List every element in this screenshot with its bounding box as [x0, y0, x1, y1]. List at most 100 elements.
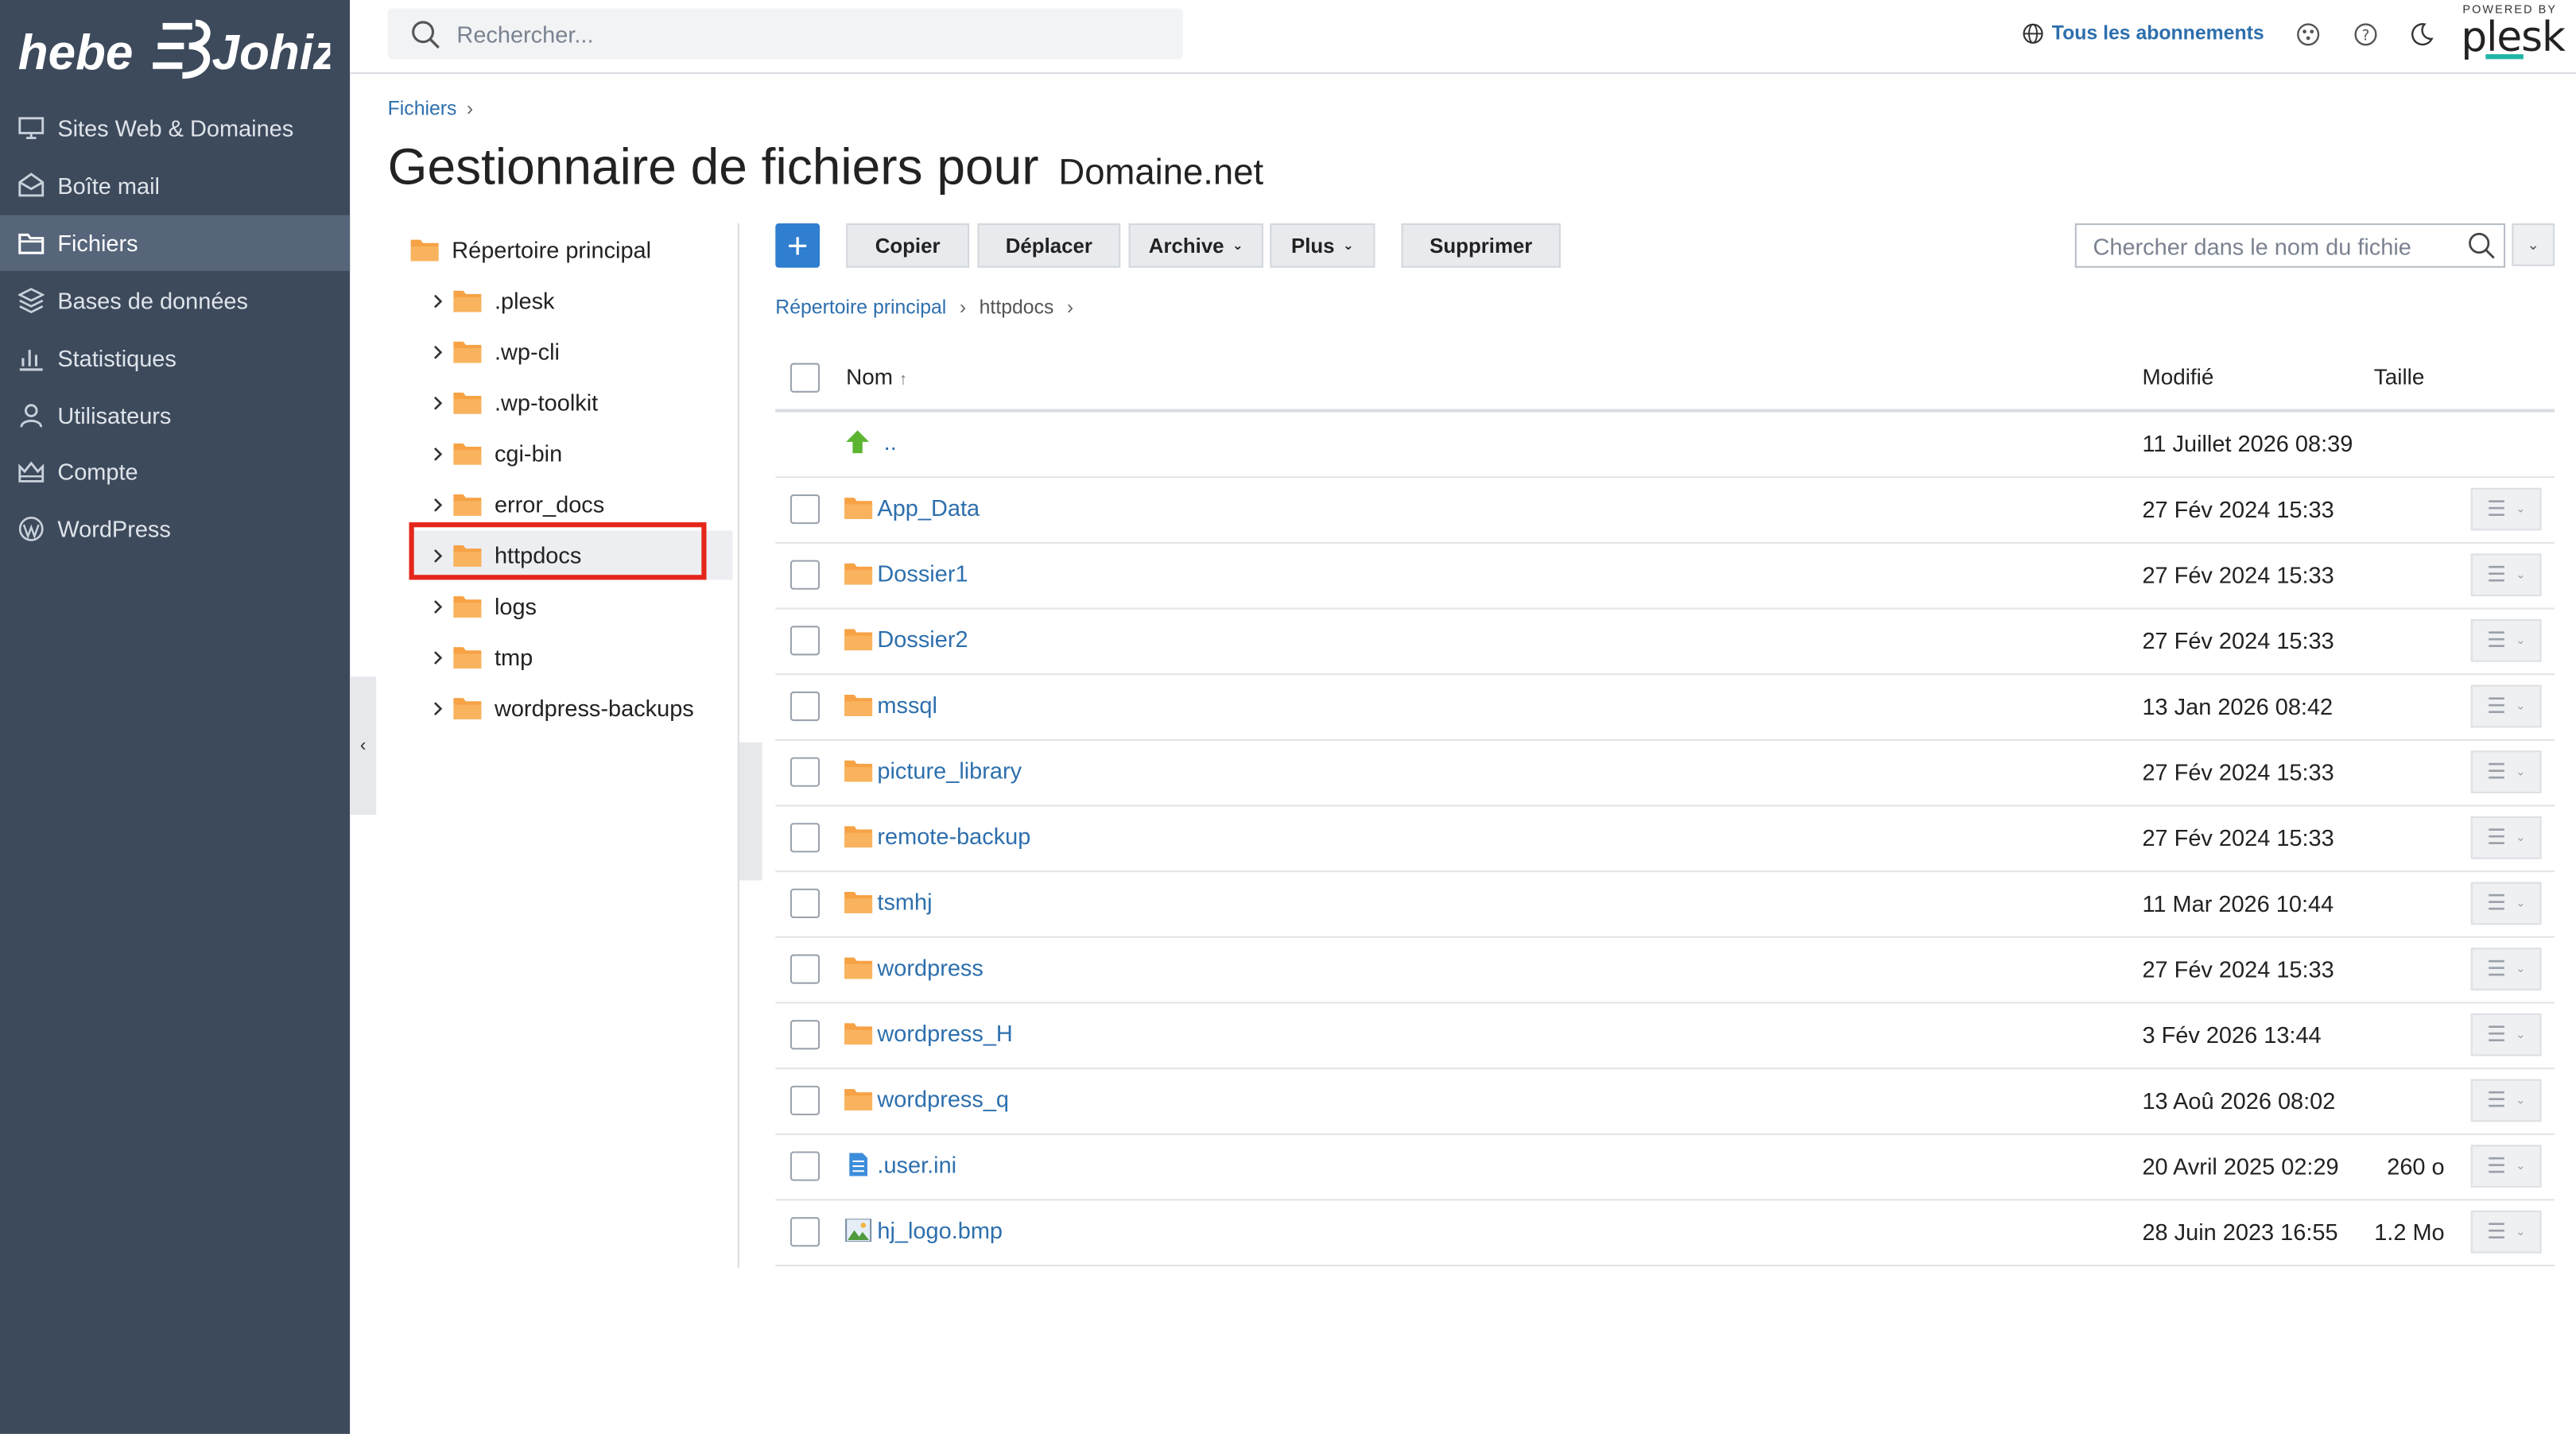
sidebar-item-files[interactable]: Fichiers — [0, 215, 351, 271]
row-checkbox[interactable] — [789, 560, 821, 590]
table-row[interactable]: picture_library 27 Fév 2024 15:33 ☰ ⌄ — [775, 739, 2555, 807]
file-name-link[interactable]: mssql — [844, 692, 937, 718]
file-name-link[interactable]: wordpress — [844, 955, 983, 981]
row-actions-button[interactable]: ☰ ⌄ — [2470, 816, 2542, 859]
global-search[interactable] — [387, 8, 1183, 60]
file-name-link[interactable]: App_Data — [844, 494, 980, 521]
file-name-link[interactable]: remote-backup — [844, 823, 1030, 849]
tree-item[interactable]: .wp-toolkit — [411, 378, 733, 427]
search-options-toggle[interactable]: ⌄ — [2512, 223, 2555, 266]
dark-mode-icon[interactable] — [2407, 20, 2436, 49]
row-actions-button[interactable]: ☰ ⌄ — [2470, 1013, 2542, 1056]
table-row[interactable]: Dossier1 27 Fév 2024 15:33 ☰ ⌄ — [775, 542, 2555, 610]
row-actions-button[interactable]: ☰ ⌄ — [2470, 618, 2542, 662]
name-column-header[interactable]: Nom ↑ — [846, 365, 907, 390]
row-actions-button[interactable]: ☰ ⌄ — [2470, 684, 2542, 728]
chevron-right-icon[interactable] — [429, 649, 445, 665]
table-row[interactable]: wordpress_H 3 Fév 2026 13:44 ☰ ⌄ — [775, 1002, 2555, 1070]
tree-item[interactable]: .wp-cli — [411, 327, 733, 376]
select-all-checkbox[interactable] — [789, 362, 821, 393]
file-search[interactable] — [2074, 223, 2506, 268]
size-column-header[interactable]: Taille — [2374, 365, 2425, 390]
sidebar-item-mail[interactable]: Boîte mail — [0, 157, 350, 213]
chevron-right-icon[interactable] — [429, 293, 445, 309]
row-actions-button[interactable]: ☰ ⌄ — [2470, 553, 2542, 597]
row-checkbox[interactable] — [789, 1217, 821, 1247]
tree-root[interactable]: Répertoire principal — [410, 230, 651, 269]
table-row[interactable]: .user.ini 20 Avril 2025 02:29 260 o ☰ ⌄ — [775, 1134, 2555, 1201]
row-checkbox[interactable] — [789, 823, 821, 853]
search-icon[interactable] — [2468, 231, 2496, 259]
tree-item[interactable]: .plesk — [411, 276, 733, 325]
table-row[interactable]: hj_logo.bmp 28 Juin 2023 16:55 1.2 Mo ☰ ⌄ — [775, 1199, 2555, 1267]
help-icon[interactable]: ? — [2351, 20, 2380, 49]
parent-directory-link[interactable]: .. — [844, 428, 897, 455]
extensions-icon[interactable] — [2294, 20, 2323, 49]
tree-scrollbar[interactable] — [739, 742, 762, 881]
row-checkbox[interactable] — [789, 691, 821, 722]
row-checkbox[interactable] — [789, 494, 821, 525]
modified-column-header[interactable]: Modifié — [2142, 365, 2213, 390]
file-name-link[interactable]: Dossier2 — [844, 626, 968, 652]
row-checkbox[interactable] — [789, 954, 821, 984]
tree-item[interactable]: logs — [411, 581, 733, 630]
file-name-link[interactable]: picture_library — [844, 758, 1022, 784]
sidebar-item-wordpress[interactable]: WordPress — [0, 501, 350, 556]
sidebar-item-sites-web[interactable]: Sites Web & Domaines — [0, 100, 350, 156]
row-checkbox[interactable] — [789, 1020, 821, 1050]
tree-item[interactable]: tmp — [411, 633, 733, 682]
chevron-right-icon[interactable] — [429, 598, 445, 614]
path-root-link[interactable]: Répertoire principal — [775, 296, 946, 319]
sidebar-item-account[interactable]: Compte — [0, 444, 350, 499]
chevron-right-icon[interactable] — [429, 496, 445, 513]
row-checkbox[interactable] — [789, 888, 821, 919]
archive-button[interactable]: Archive ⌄ — [1128, 223, 1263, 268]
row-actions-button[interactable]: ☰ ⌄ — [2470, 487, 2542, 531]
row-checkbox[interactable] — [789, 757, 821, 787]
new-item-button[interactable]: + — [775, 223, 821, 268]
file-name-link[interactable]: wordpress_q — [844, 1086, 1009, 1112]
row-actions-button[interactable]: ☰ ⌄ — [2470, 882, 2542, 925]
global-search-input[interactable] — [453, 18, 1118, 48]
row-actions-button[interactable]: ☰ ⌄ — [2470, 750, 2542, 794]
file-name-link[interactable]: hj_logo.bmp — [844, 1217, 1003, 1243]
tree-item[interactable]: wordpress-backups — [411, 684, 733, 733]
row-actions-button[interactable]: ☰ ⌄ — [2470, 948, 2542, 990]
chevron-right-icon[interactable] — [429, 343, 445, 360]
sidebar-item-users[interactable]: Utilisateurs — [0, 388, 350, 444]
row-actions-button[interactable]: ☰ ⌄ — [2470, 1145, 2542, 1188]
more-button[interactable]: Plus ⌄ — [1270, 223, 1375, 268]
hebe-johiz-logo[interactable]: hebe Johiz — [18, 10, 338, 85]
chevron-right-icon[interactable] — [429, 445, 445, 462]
parent-directory-row[interactable]: .. 11 Juillet 2026 08:39 — [775, 411, 2555, 479]
tree-item[interactable]: cgi-bin — [411, 428, 733, 478]
sidebar-item-databases[interactable]: Bases de données — [0, 273, 350, 328]
sidebar-collapse-handle[interactable]: ‹ — [350, 676, 377, 815]
row-actions-button[interactable]: ☰ ⌄ — [2470, 1079, 2542, 1122]
file-name-link[interactable]: Dossier1 — [844, 560, 968, 587]
breadcrumb-files-link[interactable]: Fichiers — [388, 97, 457, 120]
table-row[interactable]: wordpress_q 13 Aoû 2026 08:02 ☰ ⌄ — [775, 1068, 2555, 1135]
copy-button[interactable]: Copier — [846, 223, 970, 268]
chevron-right-icon[interactable] — [429, 394, 445, 411]
row-checkbox[interactable] — [789, 1085, 821, 1116]
row-checkbox[interactable] — [789, 626, 821, 656]
file-name-link[interactable]: .user.ini — [844, 1151, 956, 1178]
sidebar-item-statistics[interactable]: Statistiques — [0, 330, 350, 386]
table-row[interactable]: wordpress 27 Fév 2024 15:33 ☰ ⌄ — [775, 936, 2555, 1004]
file-name-link[interactable]: wordpress_H — [844, 1020, 1013, 1046]
table-row[interactable]: remote-backup 27 Fév 2024 15:33 ☰ ⌄ — [775, 804, 2555, 873]
path-current[interactable]: httpdocs — [980, 296, 1054, 319]
table-row[interactable]: Dossier2 27 Fév 2024 15:33 ☰ ⌄ — [775, 608, 2555, 676]
table-row[interactable]: mssql 13 Jan 2026 08:42 ☰ ⌄ — [775, 673, 2555, 741]
table-row[interactable]: App_Data 27 Fév 2024 15:33 ☰ ⌄ — [775, 476, 2555, 544]
subscriptions-selector[interactable]: Tous les abonnements — [2023, 21, 2264, 45]
file-search-input[interactable] — [2089, 231, 2458, 261]
file-name-link[interactable]: tsmhj — [844, 889, 933, 915]
move-button[interactable]: Déplacer — [977, 223, 1121, 268]
delete-button[interactable]: Supprimer — [1401, 223, 1561, 268]
row-actions-button[interactable]: ☰ ⌄ — [2470, 1210, 2542, 1254]
chevron-right-icon[interactable] — [429, 700, 445, 716]
tree-item[interactable]: error_docs — [411, 479, 733, 529]
table-row[interactable]: tsmhj 11 Mar 2026 10:44 ☰ ⌄ — [775, 870, 2555, 938]
